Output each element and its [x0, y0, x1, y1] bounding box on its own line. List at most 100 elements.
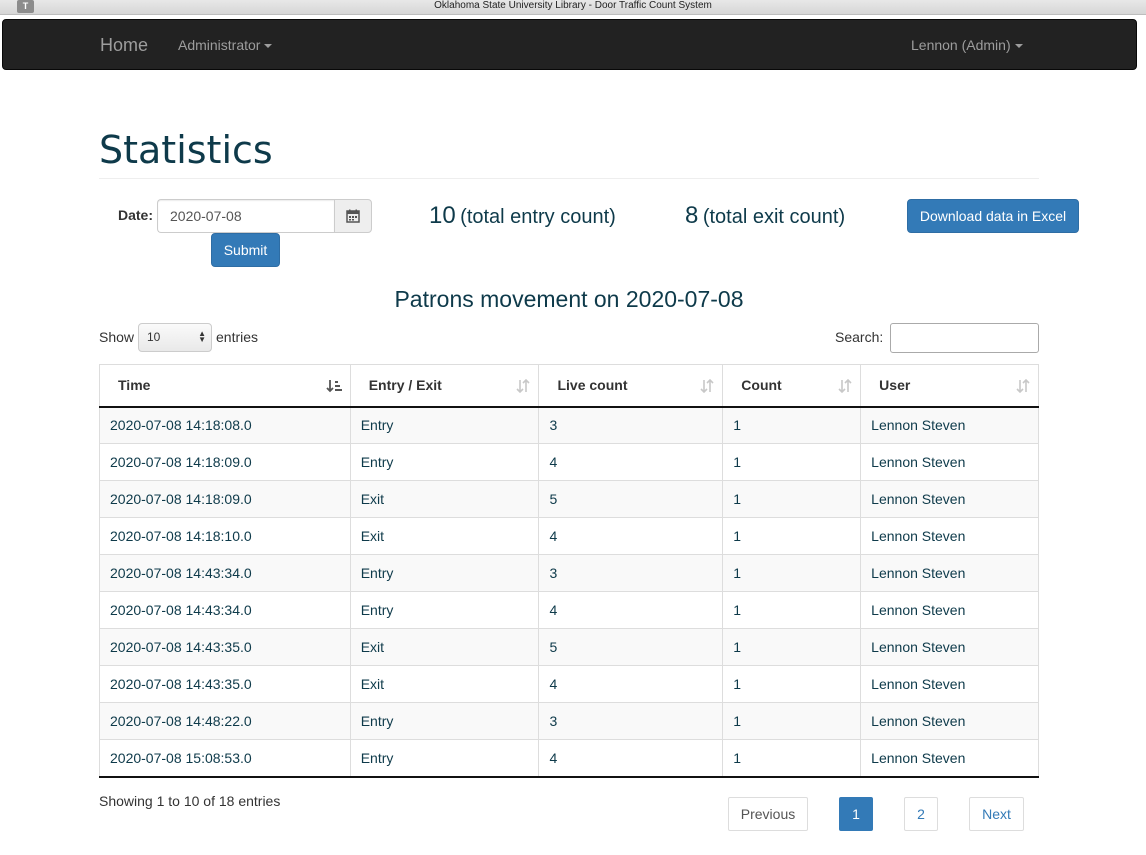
date-label: Date:: [118, 207, 154, 223]
cell-live-count: 3: [538, 554, 724, 592]
cell-time: 2020-07-08 15:08:53.0: [99, 739, 351, 777]
column-header-live-count[interactable]: Live count: [538, 364, 724, 408]
cell-time: 2020-07-08 14:18:10.0: [99, 517, 351, 555]
cell-user: Lennon Steven: [860, 628, 1039, 666]
total-entry-count: 10 (total entry count): [429, 202, 616, 230]
column-header-label: Entry / Exit: [368, 377, 442, 394]
calendar-button[interactable]: [334, 199, 372, 233]
date-picker: [157, 199, 372, 233]
cell-live-count: 4: [538, 665, 724, 703]
cell-user: Lennon Steven: [860, 517, 1039, 555]
cell-entry-exit: Entry: [349, 406, 540, 444]
cell-time: 2020-07-08 14:43:35.0: [99, 665, 351, 703]
cell-time: 2020-07-08 14:43:34.0: [99, 554, 351, 592]
column-header-label: Time: [118, 377, 151, 394]
pagination-next[interactable]: Next: [969, 797, 1024, 831]
caret-down-icon: [1014, 44, 1023, 49]
total-exit-count: 8 (total exit count): [685, 202, 845, 230]
caret-down-icon: [264, 44, 273, 49]
page-length-select[interactable]: 10 ▲ ▼: [138, 323, 212, 352]
table-row: 2020-07-08 15:08:53.0 Entry 4 1 Lennon Steve…: [99, 739, 1039, 777]
nav-user-dropdown[interactable]: Lennon (Admin): [911, 37, 1023, 53]
cell-live-count: 3: [538, 702, 724, 740]
cell-count: 1: [722, 480, 862, 518]
cell-count: 1: [722, 739, 862, 777]
cell-time: 2020-07-08 14:18:09.0: [99, 480, 351, 518]
sort-icon: [700, 379, 714, 393]
column-header-time[interactable]: Time: [99, 364, 351, 408]
calendar-icon: [346, 209, 360, 223]
exit-count-label: (total exit count): [702, 206, 846, 228]
cell-live-count: 4: [538, 739, 724, 777]
cell-live-count: 4: [538, 591, 724, 629]
cell-count: 1: [722, 517, 862, 555]
cell-entry-exit: Entry: [349, 702, 540, 740]
download-excel-button[interactable]: Download data in Excel: [907, 199, 1079, 233]
cell-live-count: 5: [538, 480, 724, 518]
table-row: 2020-07-08 14:18:10.0 Exit 4 1 Lennon Steven: [99, 517, 1039, 555]
entry-count-label: (total entry count): [460, 206, 616, 228]
cell-entry-exit: Entry: [349, 443, 540, 481]
cell-time: 2020-07-08 14:18:09.0: [99, 443, 351, 481]
pagination-page-1[interactable]: 1: [839, 797, 873, 831]
table-info: Showing 1 to 10 of 18 entries: [99, 793, 281, 809]
exit-count-value: 8: [685, 202, 699, 229]
nav-administrator-dropdown[interactable]: Administrator: [178, 37, 273, 53]
cell-time: 2020-07-08 14:48:22.0: [99, 702, 351, 740]
cell-user: Lennon Steven: [860, 702, 1039, 740]
cell-time: 2020-07-08 14:43:35.0: [99, 628, 351, 666]
submit-button[interactable]: Submit: [211, 233, 280, 267]
select-arrows-icon: ▲ ▼: [198, 329, 206, 344]
cell-count: 1: [722, 406, 862, 444]
cell-count: 1: [722, 628, 862, 666]
cell-entry-exit: Entry: [349, 554, 540, 592]
cell-count: 1: [722, 554, 862, 592]
cell-entry-exit: Exit: [349, 480, 540, 518]
cell-live-count: 5: [538, 628, 724, 666]
column-header-label: Live count: [557, 377, 628, 394]
table-row: 2020-07-08 14:43:35.0 Exit 4 1 Lennon Steven: [99, 665, 1039, 703]
table-header-row: Time Entry / Exit Live count Count User: [99, 364, 1039, 408]
cell-entry-exit: Exit: [349, 628, 540, 666]
top-navbar: Home Administrator Lennon (Admin): [2, 19, 1137, 70]
window-title: Oklahoma State University Library - Door…: [434, 0, 712, 11]
cell-live-count: 4: [538, 443, 724, 481]
app-icon: T: [17, 0, 34, 13]
table-row: 2020-07-08 14:18:09.0 Exit 5 1 Lennon Steven: [99, 480, 1039, 518]
window-titlebar: T Oklahoma State University Library - Do…: [0, 0, 1146, 15]
cell-user: Lennon Steven: [860, 739, 1039, 777]
nav-home-link[interactable]: Home: [100, 35, 148, 56]
pagination-page-2[interactable]: 2: [904, 797, 938, 831]
cell-user: Lennon Steven: [860, 554, 1039, 592]
cell-live-count: 3: [538, 406, 724, 444]
search-input[interactable]: [890, 323, 1039, 353]
cell-entry-exit: Exit: [349, 665, 540, 703]
cell-entry-exit: Entry: [349, 739, 540, 777]
table-row: 2020-07-08 14:18:08.0 Entry 3 1 Lennon Steve…: [99, 406, 1039, 444]
cell-time: 2020-07-08 14:43:34.0: [99, 591, 351, 629]
column-header-user[interactable]: User: [860, 364, 1039, 408]
column-header-entry-exit[interactable]: Entry / Exit: [349, 364, 540, 408]
show-label: Show: [99, 329, 135, 345]
column-header-label: Count: [741, 377, 782, 394]
sort-icon: [516, 379, 531, 393]
pagination-previous[interactable]: Previous: [728, 797, 808, 831]
table-row: 2020-07-08 14:43:34.0 Entry 3 1 Lennon Steve…: [99, 554, 1039, 592]
cell-count: 1: [722, 443, 862, 481]
table-row: 2020-07-08 14:43:35.0 Exit 5 1 Lennon Steven: [99, 628, 1039, 666]
cell-count: 1: [722, 665, 862, 703]
table-row: 2020-07-08 14:43:34.0 Entry 4 1 Lennon Steve…: [99, 591, 1039, 629]
cell-time: 2020-07-08 14:18:08.0: [99, 406, 351, 444]
column-header-count[interactable]: Count: [722, 364, 862, 408]
date-input[interactable]: [157, 199, 334, 233]
cell-user: Lennon Steven: [860, 665, 1039, 703]
sort-icon: [838, 379, 852, 393]
table-body: 2020-07-08 14:18:08.0 Entry 3 1 Lennon Steve…: [99, 406, 1039, 777]
cell-user: Lennon Steven: [860, 406, 1039, 444]
page-title: Statistics: [99, 128, 273, 172]
cell-count: 1: [722, 591, 862, 629]
table-title: Patrons movement on 2020-07-08: [394, 286, 744, 312]
header-divider: [99, 178, 1039, 179]
search-label: Search:: [835, 329, 884, 345]
cell-count: 1: [722, 702, 862, 740]
